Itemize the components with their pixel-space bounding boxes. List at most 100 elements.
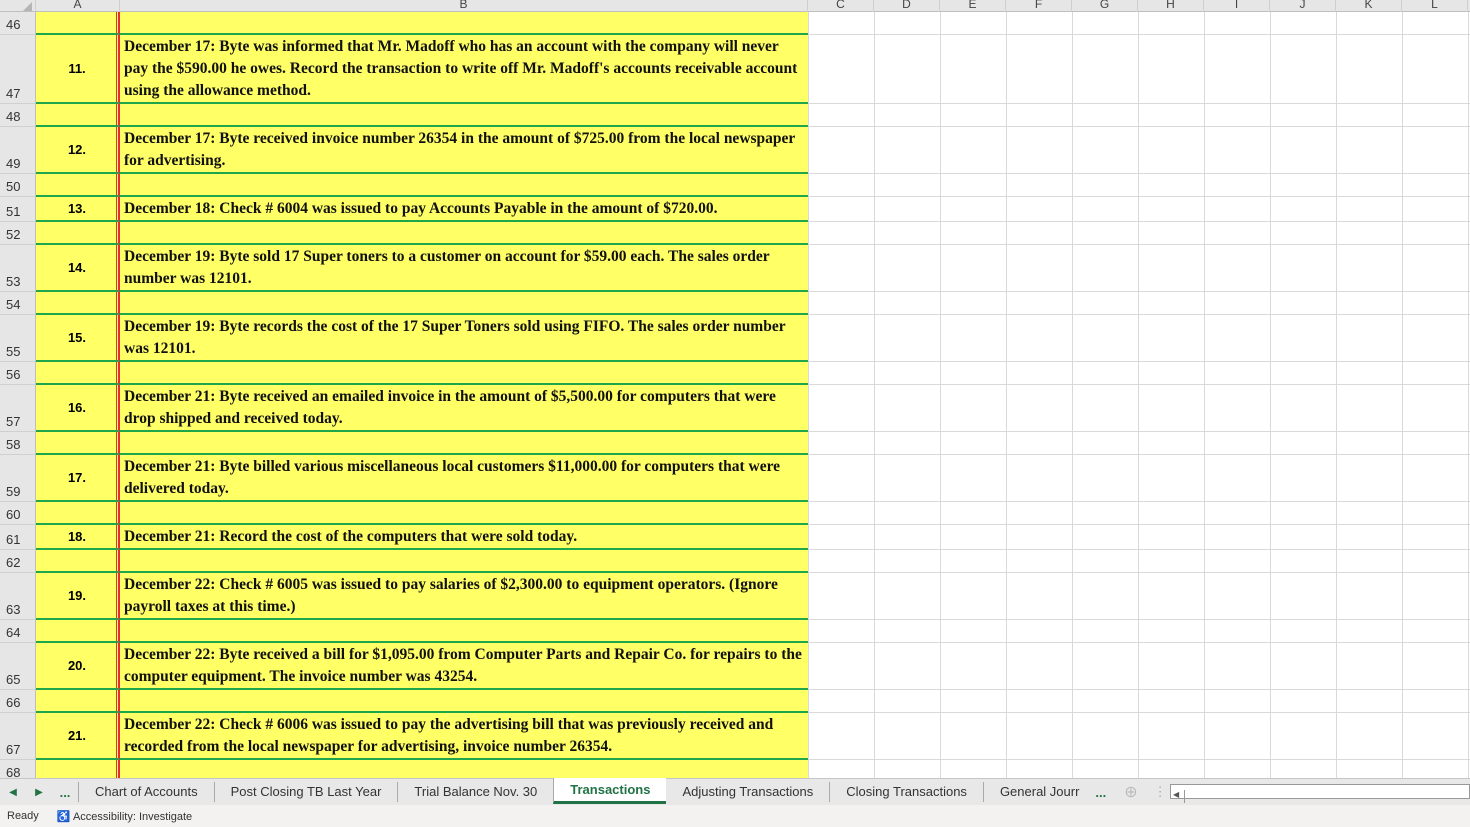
column-header-a[interactable]: A (36, 0, 120, 12)
item-number-cell[interactable]: 15. (36, 315, 120, 362)
column-header-i[interactable]: I (1204, 0, 1270, 12)
sheet-tab-general-jourr[interactable]: General Jourr (982, 782, 1095, 802)
item-number-cell[interactable] (36, 550, 120, 573)
item-number-cell[interactable] (36, 222, 120, 245)
transaction-description-cell[interactable] (120, 550, 808, 573)
row-header[interactable]: 53 (0, 245, 36, 292)
item-number-cell[interactable]: 21. (36, 713, 120, 760)
more-tabs-left-button[interactable]: ... (52, 785, 78, 800)
row-header[interactable]: 46 (0, 12, 36, 35)
row-header[interactable]: 55 (0, 315, 36, 362)
transaction-description-cell[interactable] (120, 502, 808, 525)
row-header[interactable]: 52 (0, 222, 36, 245)
empty-cells[interactable] (808, 362, 1470, 385)
row-header[interactable]: 62 (0, 550, 36, 573)
sheet-tab-post-closing-tb-last-year[interactable]: Post Closing TB Last Year (213, 782, 398, 802)
transaction-description-cell[interactable]: December 17: Byte received invoice numbe… (120, 127, 808, 174)
transaction-description-cell[interactable] (120, 174, 808, 197)
empty-cells[interactable] (808, 455, 1470, 502)
column-header-e[interactable]: E (940, 0, 1006, 12)
item-number-cell[interactable]: 14. (36, 245, 120, 292)
more-tabs-right-button[interactable]: ... (1095, 785, 1114, 800)
item-number-cell[interactable]: 16. (36, 385, 120, 432)
row-header[interactable]: 50 (0, 174, 36, 197)
item-number-cell[interactable]: 12. (36, 127, 120, 174)
row-header[interactable]: 48 (0, 104, 36, 127)
transaction-description-cell[interactable]: December 18: Check # 6004 was issued to … (120, 197, 808, 222)
transaction-description-cell[interactable]: December 19: Byte sold 17 Super toners t… (120, 245, 808, 292)
transaction-description-cell[interactable] (120, 760, 808, 778)
empty-cells[interactable] (808, 573, 1470, 620)
transaction-description-cell[interactable]: December 22: Check # 6005 was issued to … (120, 573, 808, 620)
empty-cells[interactable] (808, 222, 1470, 245)
sheet-tab-closing-transactions[interactable]: Closing Transactions (829, 782, 983, 802)
column-header-h[interactable]: H (1138, 0, 1204, 12)
scroll-tabs-left-icon[interactable]: ◀ (0, 787, 26, 798)
empty-cells[interactable] (808, 315, 1470, 362)
row-header[interactable]: 61 (0, 525, 36, 550)
scroll-tabs-right-icon[interactable]: ▶ (26, 787, 52, 798)
transaction-description-cell[interactable] (120, 222, 808, 245)
empty-cells[interactable] (808, 104, 1470, 127)
empty-cells[interactable] (808, 760, 1470, 778)
row-header[interactable]: 54 (0, 292, 36, 315)
row-header[interactable]: 51 (0, 197, 36, 222)
item-number-cell[interactable] (36, 104, 120, 127)
empty-cells[interactable] (808, 713, 1470, 760)
splitter-handle-icon[interactable]: ⋮ (1148, 784, 1173, 800)
empty-cells[interactable] (808, 292, 1470, 315)
empty-cells[interactable] (808, 245, 1470, 292)
item-number-cell[interactable] (36, 362, 120, 385)
item-number-cell[interactable]: 19. (36, 573, 120, 620)
horizontal-scrollbar[interactable]: ◀ (1170, 784, 1470, 803)
row-header[interactable]: 47 (0, 35, 36, 104)
sheet-tab-transactions[interactable]: Transactions (553, 778, 667, 804)
item-number-cell[interactable] (36, 620, 120, 643)
empty-cells[interactable] (808, 502, 1470, 525)
empty-cells[interactable] (808, 197, 1470, 222)
item-number-cell[interactable] (36, 292, 120, 315)
transaction-description-cell[interactable]: December 17: Byte was informed that Mr. … (120, 35, 808, 104)
transaction-description-cell[interactable]: December 21: Byte billed various miscell… (120, 455, 808, 502)
transaction-description-cell[interactable]: December 19: Byte records the cost of th… (120, 315, 808, 362)
row-header[interactable]: 60 (0, 502, 36, 525)
item-number-cell[interactable] (36, 432, 120, 455)
sheet-tab-trial-balance-nov-30[interactable]: Trial Balance Nov. 30 (397, 782, 553, 802)
empty-cells[interactable] (808, 525, 1470, 550)
transaction-description-cell[interactable]: December 21: Byte received an emailed in… (120, 385, 808, 432)
row-header[interactable]: 67 (0, 713, 36, 760)
empty-cells[interactable] (808, 643, 1470, 690)
row-header[interactable]: 58 (0, 432, 36, 455)
item-number-cell[interactable] (36, 690, 120, 713)
column-header-d[interactable]: D (874, 0, 940, 12)
row-header[interactable]: 68 (0, 760, 36, 778)
column-header-f[interactable]: F (1006, 0, 1072, 12)
column-header-b[interactable]: B (120, 0, 808, 12)
row-header[interactable]: 63 (0, 573, 36, 620)
row-header[interactable]: 66 (0, 690, 36, 713)
transaction-description-cell[interactable] (120, 104, 808, 127)
empty-cells[interactable] (808, 550, 1470, 573)
item-number-cell[interactable]: 11. (36, 35, 120, 104)
column-header-c[interactable]: C (808, 0, 874, 12)
sheet-tab-chart-of-accounts[interactable]: Chart of Accounts (78, 782, 214, 802)
empty-cells[interactable] (808, 432, 1470, 455)
empty-cells[interactable] (808, 385, 1470, 432)
item-number-cell[interactable]: 13. (36, 197, 120, 222)
column-header-l[interactable]: L (1402, 0, 1468, 12)
empty-cells[interactable] (808, 690, 1470, 713)
item-number-cell[interactable] (36, 502, 120, 525)
column-header-j[interactable]: J (1270, 0, 1336, 12)
row-header[interactable]: 59 (0, 455, 36, 502)
transaction-description-cell[interactable] (120, 432, 808, 455)
select-all-button[interactable] (0, 0, 36, 12)
transaction-description-cell[interactable]: December 21: Record the cost of the comp… (120, 525, 808, 550)
item-number-cell[interactable]: 20. (36, 643, 120, 690)
sheet-tab-adjusting-transactions[interactable]: Adjusting Transactions (666, 782, 829, 802)
empty-cells[interactable] (808, 35, 1470, 104)
row-header[interactable]: 49 (0, 127, 36, 174)
row-header[interactable]: 56 (0, 362, 36, 385)
item-number-cell[interactable]: 17. (36, 455, 120, 502)
empty-cells[interactable] (808, 12, 1470, 35)
column-header-g[interactable]: G (1072, 0, 1138, 12)
